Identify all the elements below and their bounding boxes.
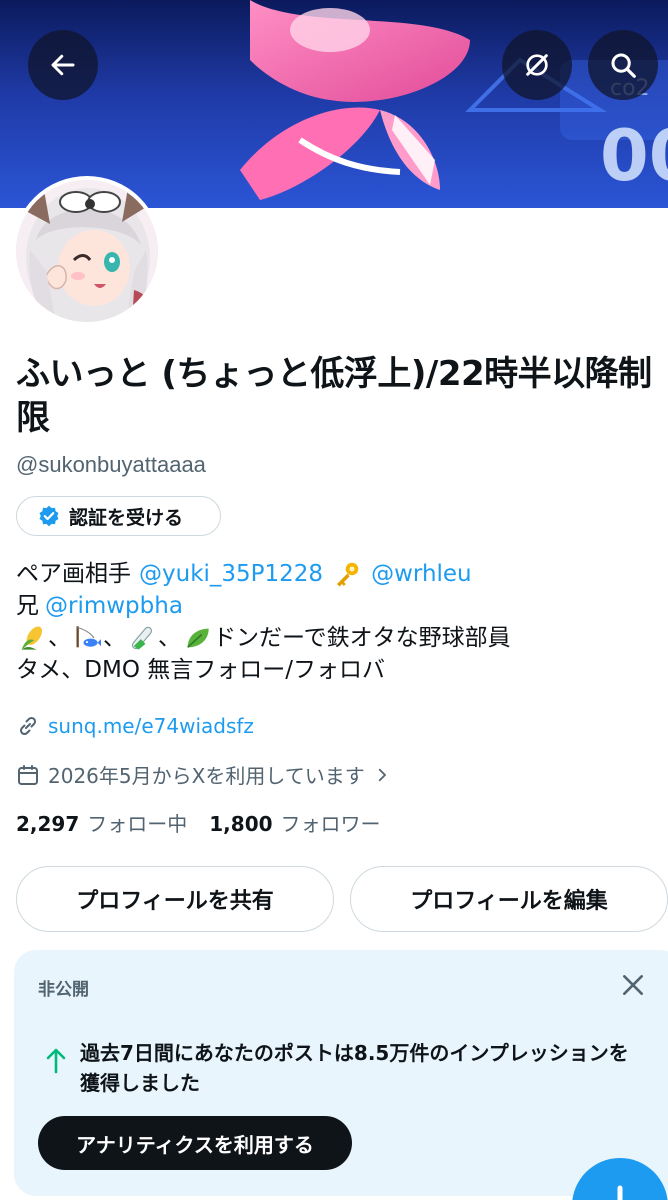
bio-line-2: 兄 @rimwpbha [16,590,656,622]
search-icon [611,53,636,78]
link-icon [19,716,37,736]
get-verified-label: 認証を受ける [69,506,184,529]
bio-line-4: タメ、DMO 無言フォロー/フォロバ [16,654,656,686]
profile-bio: ペア画相手 @yuki_35P1228 @wrhleu 兄 @rimwpbha [16,558,656,686]
following-link[interactable]: 2,297 フォロー中 [16,808,187,837]
bell-slash-icon [526,54,548,76]
get-verified-button[interactable]: 認証を受ける [16,496,221,536]
followers-link[interactable]: 1,800 フォロワー [209,808,380,837]
avatar-image [16,180,158,322]
verified-badge-icon [39,505,59,527]
edit-profile-button[interactable]: プロフィールを編集 [350,866,668,932]
bio-line-1: ペア画相手 @yuki_35P1228 @wrhleu [16,558,656,590]
svg-text:00: 00 [600,115,668,197]
mention-link[interactable]: @yuki_35P1228 [139,558,323,590]
followers-label: フォロワー [280,812,381,836]
user-handle: @sukonbuyattaaaa [16,452,206,477]
mention-link[interactable]: @rimwpbha [45,590,183,622]
close-icon[interactable] [620,972,646,998]
follow-stats: 2,297 フォロー中 1,800 フォロワー [16,808,381,837]
bio-separator: 、 [158,625,181,651]
corn-emoji-icon [16,623,48,653]
share-profile-button[interactable]: プロフィールを共有 [16,866,334,932]
bio-separator: 、 [103,625,126,651]
following-label: フォロー中 [87,812,188,836]
fishing-emoji-icon [71,623,103,653]
compose-fab[interactable] [572,1158,668,1200]
analytics-button-label: アナリティクスを利用する [76,1132,314,1157]
arrow-up-icon [46,1048,66,1074]
back-button[interactable] [28,30,98,100]
bio-text: 兄 [16,593,39,619]
joined-date: 2026年5月からXを利用しています [48,764,365,788]
website-row: sunq.me/e74wiadsfz [16,714,254,738]
analytics-button[interactable]: アナリティクスを利用する [38,1116,352,1170]
profile-page: co2 00 [0,0,668,1200]
bio-text: ペア画相手 [16,561,131,587]
mention-link[interactable]: @wrhleu [371,558,472,590]
website-link[interactable]: sunq.me/e74wiadsfz [48,714,254,738]
display-name: ふいっと (ちょっと低浮上)/22時半以降制限 [16,354,652,438]
share-profile-label: プロフィールを共有 [76,889,274,914]
leaf-emoji-icon [181,623,213,653]
arrow-left-icon [51,54,75,76]
bio-text: タメ、DMO 無言フォロー/フォロバ [16,657,386,683]
test-tube-emoji-icon [126,623,158,653]
chevron-right-icon [378,768,386,781]
bio-separator: 、 [48,625,71,651]
edit-profile-label: プロフィールを編集 [410,889,608,914]
impressions-message: 過去7日間にあなたのポストは8.5万件のインプレッションを獲得しました [80,1041,629,1095]
bio-text: ドンだーで鉄オタな野球部員 [213,625,511,651]
followers-count: 1,800 [209,812,273,836]
notifications-off-button[interactable] [502,30,572,100]
private-label: 非公開 [38,980,89,1000]
bio-line-3: 、 、 、 ドンだーで鉄オタな野球部員 [16,622,656,654]
avatar[interactable] [12,176,162,326]
calendar-icon [18,764,38,785]
plus-icon [617,1185,623,1200]
key-emoji-icon [331,559,363,589]
joined-row[interactable]: 2026年5月からXを利用しています [16,760,391,789]
following-count: 2,297 [16,812,80,836]
search-button[interactable] [588,30,658,100]
